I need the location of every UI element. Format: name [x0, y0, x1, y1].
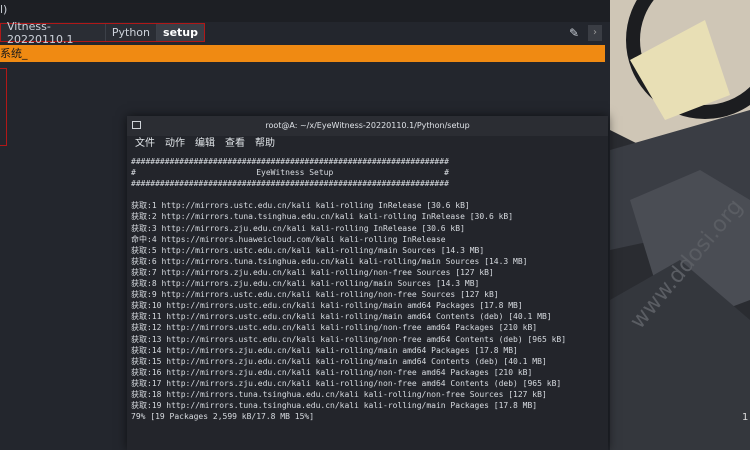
- terminal-line: 获取:18 http://mirrors.tuna.tsinghua.edu.c…: [131, 389, 547, 399]
- menu-help[interactable]: 帮助: [255, 136, 275, 152]
- chevron-right-icon[interactable]: ›: [588, 25, 602, 41]
- terminal-line: 79% [19 Packages 2,599 kB/17.8 MB 15%]: [131, 412, 315, 422]
- highlight-box: [0, 68, 7, 146]
- breadcrumb-item-repo[interactable]: Vitness-20220110.1: [1, 20, 106, 46]
- desktop-wallpaper: www.ddosi.org: [610, 0, 750, 450]
- terminal-line: 获取:8 http://mirrors.zju.edu.cn/kali kali…: [131, 279, 480, 289]
- terminal-line: 获取:9 http://mirrors.ustc.edu.cn/kali kal…: [131, 290, 499, 300]
- menu-action[interactable]: 动作: [165, 136, 185, 152]
- terminal-line: 获取:5 http://mirrors.ustc.edu.cn/kali kal…: [131, 245, 485, 255]
- terminal-line: 获取:6 http://mirrors.tuna.tsinghua.edu.cn…: [131, 256, 528, 266]
- menu-file[interactable]: 文件: [135, 136, 155, 152]
- terminal-line: 获取:7 http://mirrors.zju.edu.cn/kali kali…: [131, 267, 494, 277]
- terminal-line: 获取:16 http://mirrors.zju.edu.cn/kali kal…: [131, 367, 533, 377]
- highlight-banner: 系统_: [0, 45, 605, 62]
- terminal-line: 获取:13 http://mirrors.ustc.edu.cn/kali ka…: [131, 334, 567, 344]
- terminal-line: 获取:1 http://mirrors.ustc.edu.cn/kali kal…: [131, 201, 470, 211]
- terminal-window[interactable]: root@A: ~/x/EyeWitness-20220110.1/Python…: [127, 116, 608, 450]
- banner-text: 系统_: [0, 47, 28, 60]
- terminal-line: 获取:3 http://mirrors.zju.edu.cn/kali kali…: [131, 223, 465, 233]
- terminal-line: 获取:19 http://mirrors.tuna.tsinghua.edu.c…: [131, 401, 538, 411]
- terminal-line: # EyeWitness Setup #: [131, 168, 449, 178]
- breadcrumb-item-python[interactable]: Python: [106, 24, 158, 41]
- breadcrumb-item-setup[interactable]: setup: [157, 24, 204, 41]
- terminal-line: 获取:11 http://mirrors.ustc.edu.cn/kali ka…: [131, 312, 552, 322]
- terminal-line: 获取:15 http://mirrors.zju.edu.cn/kali kal…: [131, 356, 547, 366]
- terminal-output[interactable]: ########################################…: [131, 156, 607, 446]
- terminal-line: ########################################…: [131, 157, 449, 166]
- breadcrumb: Vitness-20220110.1 Python setup: [0, 20, 205, 46]
- terminal-line: 获取:17 http://mirrors.zju.edu.cn/kali kal…: [131, 378, 562, 388]
- edit-pencil-icon[interactable]: ✎: [566, 25, 582, 41]
- wallpaper-graphic: www.ddosi.org: [610, 0, 750, 450]
- terminal-menubar: 文件 动作 编辑 查看 帮助: [127, 136, 608, 152]
- terminal-line: ########################################…: [131, 179, 449, 189]
- menu-edit[interactable]: 编辑: [195, 136, 215, 152]
- terminal-line: 获取:2 http://mirrors.tuna.tsinghua.edu.cn…: [131, 212, 514, 222]
- menu-view[interactable]: 查看: [225, 136, 245, 152]
- terminal-line: 命中:4 https://mirrors.huaweicloud.com/kal…: [131, 234, 446, 244]
- terminal-line: 获取:14 http://mirrors.zju.edu.cn/kali kal…: [131, 345, 518, 355]
- terminal-title: root@A: ~/x/EyeWitness-20220110.1/Python…: [265, 121, 470, 130]
- terminal-line: 获取:10 http://mirrors.ustc.edu.cn/kali ka…: [131, 301, 523, 311]
- terminal-titlebar[interactable]: root@A: ~/x/EyeWitness-20220110.1/Python…: [127, 116, 608, 136]
- topbar-text: l): [0, 3, 8, 16]
- side-number: 1: [742, 412, 749, 423]
- terminal-line: 获取:12 http://mirrors.ustc.edu.cn/kali ka…: [131, 323, 538, 333]
